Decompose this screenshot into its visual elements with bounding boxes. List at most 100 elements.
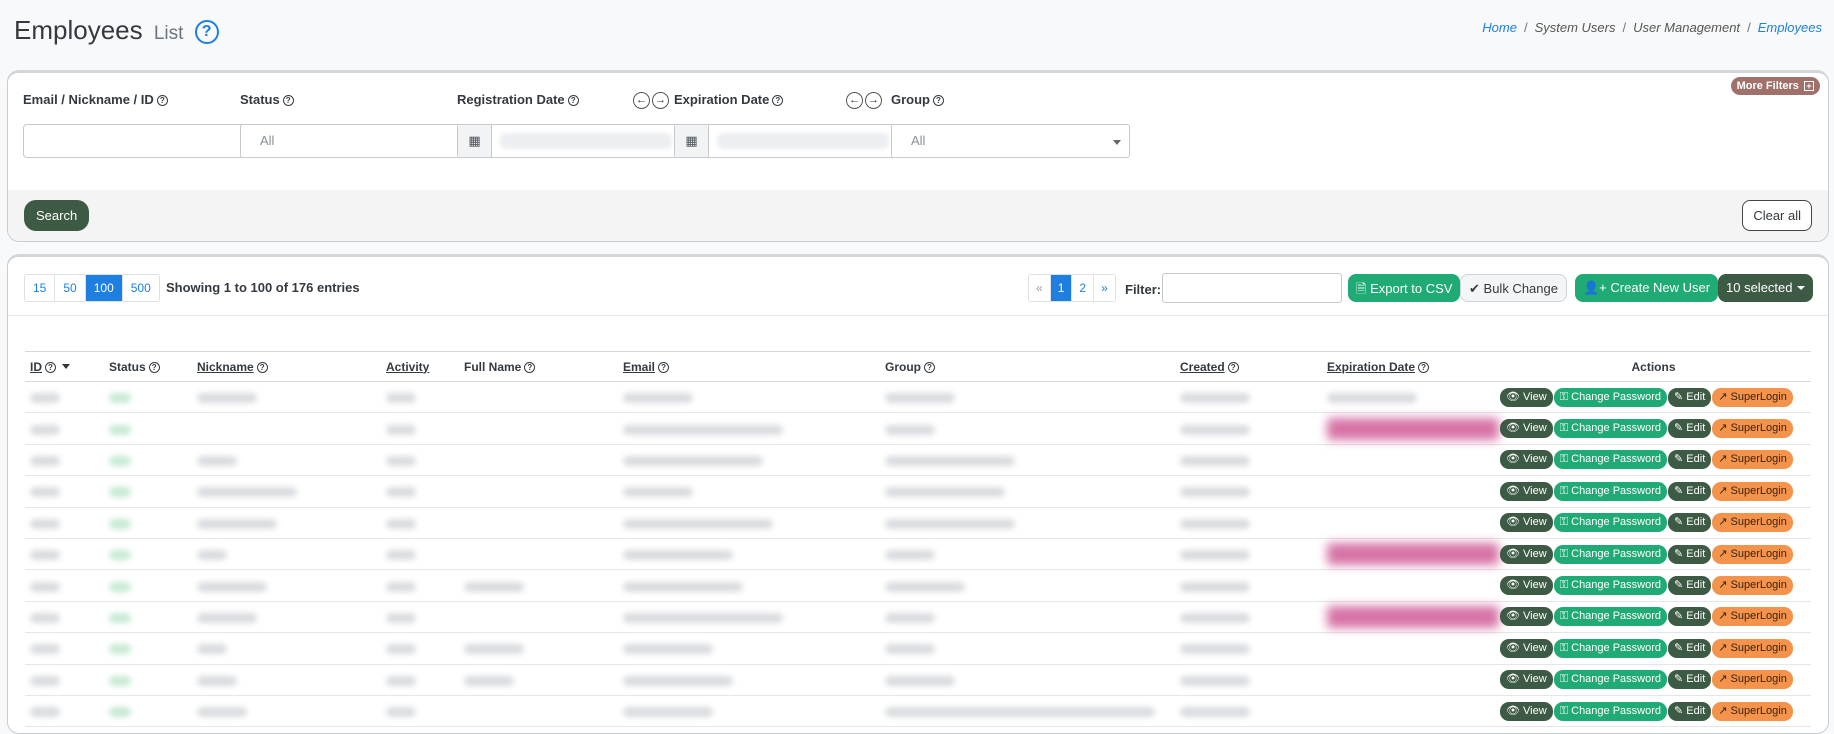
status-select[interactable]: All <box>240 124 479 158</box>
edit-button[interactable]: ✎ Edit <box>1668 701 1712 721</box>
change-password-button[interactable]: ⚿ Change Password <box>1553 607 1668 627</box>
clear-all-button[interactable]: Clear all <box>1742 200 1812 231</box>
edit-button[interactable]: ✎ Edit <box>1668 387 1712 407</box>
column-header-nickname[interactable]: Nickname? <box>192 351 381 382</box>
table-row[interactable]: 👁 View ⚿ Change Password ✎ Edit ↗ SuperLogi… <box>25 632 1811 665</box>
help-icon[interactable]: ? <box>658 361 670 373</box>
page-size-100[interactable]: 100 <box>85 275 123 301</box>
export-csv-button[interactable]: 🗎 Export to CSV <box>1348 274 1461 302</box>
superlogin-button[interactable]: ↗ SuperLogin <box>1712 544 1793 564</box>
pagination-page-1[interactable]: 1 <box>1050 275 1073 301</box>
page-size-50[interactable]: 50 <box>55 275 86 301</box>
selected-dropdown-button[interactable]: 10 selected <box>1718 274 1813 302</box>
search-button[interactable]: Search <box>24 200 90 231</box>
column-header-id[interactable]: ID? <box>25 351 104 382</box>
edit-button[interactable]: ✎ Edit <box>1668 670 1712 690</box>
superlogin-button[interactable]: ↗ SuperLogin <box>1712 576 1793 596</box>
change-password-button[interactable]: ⚿ Change Password <box>1553 481 1668 501</box>
table-row[interactable]: 👁 View ⚿ Change Password ✎ Edit ↗ SuperLogi… <box>25 569 1811 602</box>
change-password-button[interactable]: ⚿ Change Password <box>1553 387 1668 407</box>
superlogin-button[interactable]: ↗ SuperLogin <box>1712 450 1793 470</box>
registration-date-input[interactable]: ▦ <box>457 124 696 158</box>
table-row[interactable]: 👁 View ⚿ Change Password ✎ Edit ↗ SuperLogi… <box>25 695 1811 728</box>
view-button[interactable]: 👁 View <box>1500 481 1553 501</box>
email-input[interactable] <box>23 124 262 158</box>
more-filters-button[interactable]: More Filters + <box>1730 77 1820 95</box>
table-row[interactable]: 👁 View ⚿ Change Password ✎ Edit ↗ SuperLogi… <box>25 664 1811 696</box>
view-button[interactable]: 👁 View <box>1500 544 1553 564</box>
change-password-button[interactable]: ⚿ Change Password <box>1553 513 1668 533</box>
expiration-date-input[interactable]: ▦ <box>674 124 913 158</box>
change-password-button[interactable]: ⚿ Change Password <box>1553 450 1668 470</box>
edit-button[interactable]: ✎ Edit <box>1668 576 1712 596</box>
help-icon[interactable]: ? <box>148 361 160 373</box>
table-row[interactable]: 👁 View ⚿ Change Password ✎ Edit ↗ SuperLogi… <box>25 444 1811 477</box>
help-icon[interactable]: ? <box>924 361 935 373</box>
pagination-next[interactable]: » <box>1094 275 1115 301</box>
arrow-left-icon[interactable]: ← <box>633 92 650 109</box>
edit-button[interactable]: ✎ Edit <box>1668 513 1712 533</box>
table-filter-input[interactable] <box>1162 273 1342 303</box>
change-password-button[interactable]: ⚿ Change Password <box>1553 576 1668 596</box>
change-password-button[interactable]: ⚿ Change Password <box>1553 638 1668 658</box>
table-row[interactable]: 👁 View ⚿ Change Password ✎ Edit ↗ SuperLogi… <box>25 381 1811 414</box>
view-button[interactable]: 👁 View <box>1500 513 1553 533</box>
help-icon[interactable]: ? <box>256 361 268 373</box>
superlogin-button[interactable]: ↗ SuperLogin <box>1712 513 1793 533</box>
calendar-icon[interactable]: ▦ <box>675 125 709 157</box>
table-row[interactable]: 👁 View ⚿ Change Password ✎ Edit ↗ SuperLogi… <box>25 601 1811 634</box>
breadcrumb-home[interactable]: Home <box>1482 20 1517 35</box>
column-header-created[interactable]: Created? <box>1175 351 1322 382</box>
view-button[interactable]: 👁 View <box>1500 670 1553 690</box>
edit-button[interactable]: ✎ Edit <box>1668 419 1712 439</box>
calendar-icon[interactable]: ▦ <box>458 125 492 157</box>
help-icon[interactable]: ? <box>933 95 944 106</box>
pagination-prev[interactable]: « <box>1029 275 1051 301</box>
superlogin-button[interactable]: ↗ SuperLogin <box>1712 481 1793 501</box>
pagination-page-2[interactable]: 2 <box>1072 275 1095 301</box>
page-size-500[interactable]: 500 <box>123 275 159 301</box>
superlogin-button[interactable]: ↗ SuperLogin <box>1712 638 1793 658</box>
change-password-button[interactable]: ⚿ Change Password <box>1553 670 1668 690</box>
arrow-right-icon[interactable]: → <box>652 92 669 109</box>
help-icon[interactable]: ? <box>1227 361 1239 373</box>
bulk-change-button[interactable]: ✔ Bulk Change <box>1460 274 1567 302</box>
create-new-user-button[interactable]: 👤+ Create New User <box>1575 274 1719 302</box>
arrow-left-icon[interactable]: ← <box>846 92 863 109</box>
edit-button[interactable]: ✎ Edit <box>1668 481 1712 501</box>
edit-button[interactable]: ✎ Edit <box>1668 544 1712 564</box>
help-icon[interactable]: ? <box>567 95 579 106</box>
change-password-button[interactable]: ⚿ Change Password <box>1553 701 1668 721</box>
view-button[interactable]: 👁 View <box>1500 450 1553 470</box>
superlogin-button[interactable]: ↗ SuperLogin <box>1712 701 1793 721</box>
table-row[interactable]: 👁 View ⚿ Change Password ✎ Edit ↗ SuperLogi… <box>25 507 1811 539</box>
view-button[interactable]: 👁 View <box>1500 387 1553 407</box>
table-row[interactable]: 👁 View ⚿ Change Password ✎ Edit ↗ SuperLogi… <box>25 475 1811 508</box>
help-icon[interactable]: ? <box>524 361 536 373</box>
help-icon[interactable]: ? <box>156 95 168 106</box>
group-select[interactable]: All <box>891 124 1130 158</box>
column-header-expiration-date[interactable]: Expiration Date? <box>1322 351 1496 382</box>
edit-button[interactable]: ✎ Edit <box>1668 638 1712 658</box>
help-icon[interactable]: ? <box>282 95 294 106</box>
edit-button[interactable]: ✎ Edit <box>1668 607 1712 627</box>
edit-button[interactable]: ✎ Edit <box>1668 450 1712 470</box>
breadcrumb-employees[interactable]: Employees <box>1758 20 1822 35</box>
superlogin-button[interactable]: ↗ SuperLogin <box>1712 607 1793 627</box>
view-button[interactable]: 👁 View <box>1500 607 1553 627</box>
change-password-button[interactable]: ⚿ Change Password <box>1553 419 1668 439</box>
help-icon[interactable]: ? <box>1418 361 1430 373</box>
view-button[interactable]: 👁 View <box>1500 576 1553 596</box>
superlogin-button[interactable]: ↗ SuperLogin <box>1712 387 1793 407</box>
superlogin-button[interactable]: ↗ SuperLogin <box>1712 419 1793 439</box>
help-icon[interactable]: ? <box>194 20 219 44</box>
help-icon[interactable]: ? <box>45 361 56 373</box>
arrow-right-icon[interactable]: → <box>865 92 882 109</box>
help-icon[interactable]: ? <box>772 95 784 106</box>
change-password-button[interactable]: ⚿ Change Password <box>1553 544 1668 564</box>
table-row[interactable]: 👁 View ⚿ Change Password ✎ Edit ↗ SuperLogi… <box>25 412 1811 445</box>
page-size-15[interactable]: 15 <box>25 275 56 301</box>
column-header-email[interactable]: Email? <box>618 351 880 382</box>
view-button[interactable]: 👁 View <box>1500 638 1553 658</box>
view-button[interactable]: 👁 View <box>1500 701 1553 721</box>
